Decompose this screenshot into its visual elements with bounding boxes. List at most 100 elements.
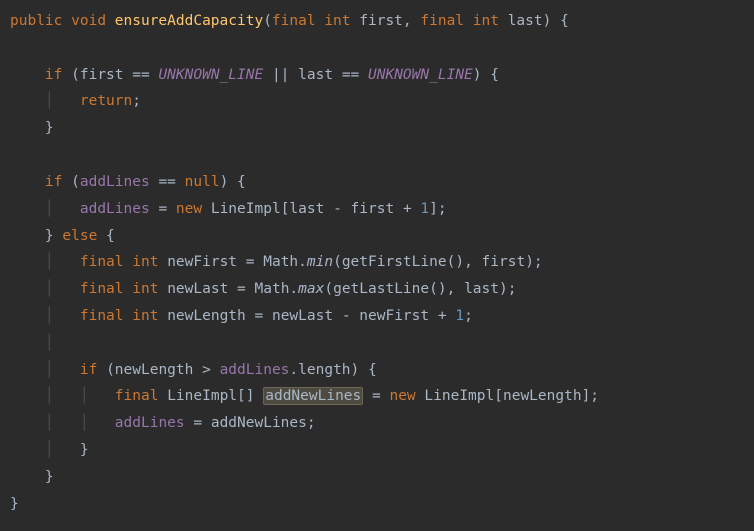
paren-open: ( [71,67,80,83]
keyword-return: return [80,93,132,109]
paren-close: ) [455,254,464,270]
ident-newlast: newLast [167,281,228,297]
keyword-final: final [115,388,159,404]
paren-open: ( [324,281,333,297]
ident-first: first [80,67,124,83]
ident-last: last [289,201,324,217]
brace-open: { [237,174,246,190]
indent-guide: │ [45,335,54,351]
indent-guide: │ [45,201,54,217]
keyword-void: void [71,13,106,29]
keyword-null: null [185,174,220,190]
bracket-open: [ [494,388,503,404]
keyword-final: final [272,13,316,29]
ident-length: length [298,362,350,378]
keyword-int: int [132,308,158,324]
ident-first: first [351,201,395,217]
paren-close: ) [543,13,552,29]
semi: ; [590,388,599,404]
op-oror: || [272,67,289,83]
ident-newfirst: newFirst [167,254,237,270]
bracket-close: ] [429,201,438,217]
keyword-final: final [80,308,124,324]
keyword-int: int [132,281,158,297]
line-9: } else { [10,228,115,244]
paren-close: ) [473,67,482,83]
type-lineimpl: LineImpl [424,388,494,404]
brace-close: } [10,496,19,512]
op-eqeq: == [342,67,359,83]
brace-open: { [106,228,115,244]
line-3: if (first == UNKNOWN_LINE || last == UNK… [10,67,499,83]
ident-math: Math [263,254,298,270]
dot: . [289,362,298,378]
brace-close: } [80,442,89,458]
line-8: │ addLines = new LineImpl[last - first +… [10,201,447,217]
paren-close: ) [220,174,229,190]
line-17: │ } [10,442,89,458]
op-assign: = [158,201,167,217]
line-18: } [10,469,54,485]
line-blank [10,40,19,56]
comma: , [403,13,412,29]
keyword-final: final [80,254,124,270]
paren-close: ) [351,362,360,378]
keyword-else: else [62,228,97,244]
param-first: first [359,13,403,29]
keyword-new: new [176,201,202,217]
method-getfirstline: getFirstLine [342,254,447,270]
line-19: } [10,496,19,512]
indent-guide: │ [45,415,54,431]
semi: ; [132,93,141,109]
paren-open: ( [106,362,115,378]
indent-guide: │ [45,281,54,297]
field-addlines: addLines [220,362,290,378]
method-min: min [307,254,333,270]
op-plus: + [403,201,412,217]
ident-first: first [482,254,526,270]
indent-guide: │ [45,362,54,378]
indent-guide: │ [45,93,54,109]
indent-guide: │ [80,415,89,431]
paren-close: ) [438,281,447,297]
ident-addnewlines-highlighted: addNewLines [263,387,363,405]
field-addlines: addLines [80,174,150,190]
line-1: public void ensureAddCapacity(final int … [10,13,569,29]
keyword-int: int [324,13,350,29]
op-assign: = [237,281,246,297]
keyword-if: if [80,362,97,378]
comma: , [464,254,473,270]
bracket-open: [ [237,388,246,404]
num-one: 1 [455,308,464,324]
line-5: } [10,120,54,136]
brace-open: { [560,13,569,29]
paren-open: ( [263,13,272,29]
field-addlines: addLines [80,201,150,217]
dot: . [298,254,307,270]
brace-close: } [45,120,54,136]
indent-guide: │ [45,442,54,458]
semi: ; [438,201,447,217]
const-unknown-line: UNKNOWN_LINE [158,67,263,83]
type-lineimpl: LineImpl [167,388,237,404]
ident-newlength: newLength [503,388,582,404]
keyword-if: if [45,67,62,83]
indent-guide: │ [80,388,89,404]
keyword-if: if [45,174,62,190]
comma: , [447,281,456,297]
ident-newlength: newLength [115,362,194,378]
brace-close: } [45,228,54,244]
line-4: │ return; [10,93,141,109]
brace-open: { [490,67,499,83]
op-assign: = [246,254,255,270]
code-editor[interactable]: public void ensureAddCapacity(final int … [0,0,754,525]
brace-open: { [368,362,377,378]
line-16: │ │ addLines = addNewLines; [10,415,316,431]
semi: ; [307,415,316,431]
paren-close: ) [499,281,508,297]
ident-last: last [298,67,333,83]
line-15: │ │ final LineImpl[] addNewLines = new L… [10,387,599,405]
bracket-close: ] [582,388,591,404]
line-10: │ final int newFirst = Math.min(getFirst… [10,254,543,270]
op-eqeq: == [158,174,175,190]
